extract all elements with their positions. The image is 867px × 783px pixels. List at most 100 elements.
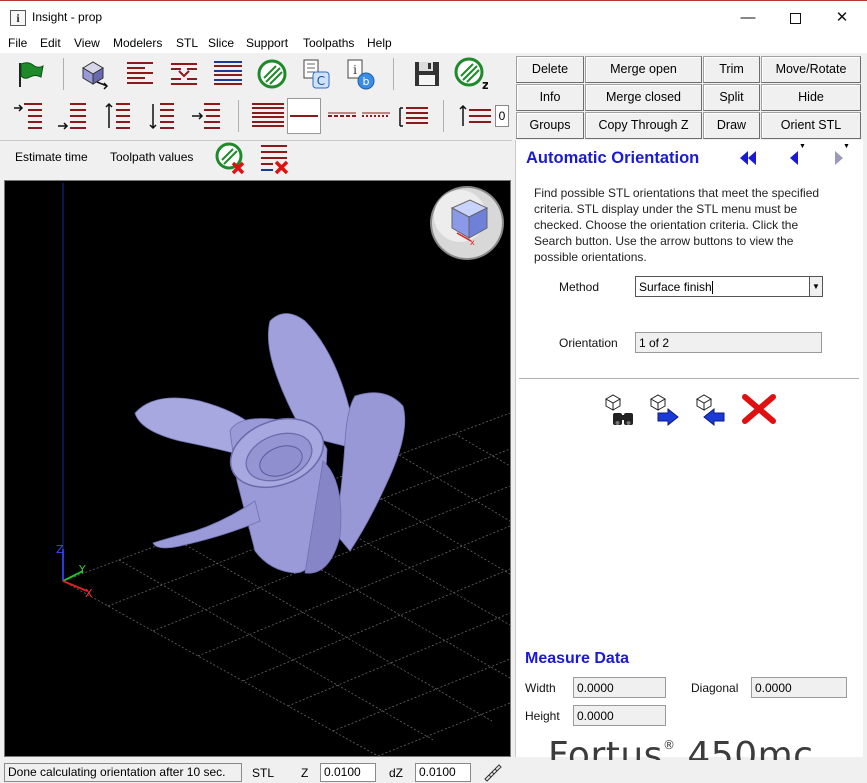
previous-dropdown-icon[interactable]: ▼ (799, 143, 806, 150)
hide-button[interactable]: Hide (761, 84, 861, 111)
menu-file[interactable]: File (8, 36, 27, 50)
draw-button[interactable]: Draw (703, 112, 760, 139)
copy-through-z-button[interactable]: Copy Through Z (585, 112, 702, 139)
orientation-panel: Automatic Orientation ▼ ▼ Find possible … (515, 140, 863, 757)
single-line-button[interactable] (287, 98, 321, 134)
menu-bar: File Edit View Modelers STL Slice Suppor… (0, 33, 867, 53)
svg-text:x: x (470, 238, 475, 247)
layer-step-field[interactable]: 0 (495, 105, 509, 127)
menu-modelers[interactable]: Modelers (113, 36, 162, 50)
z-field[interactable]: 0.0100 (320, 763, 376, 782)
propeller-model[interactable] (134, 313, 406, 574)
stl-c-button[interactable]: C (298, 56, 334, 92)
bracket-lines-icon (399, 107, 428, 127)
dashed-line-button[interactable] (324, 98, 360, 134)
hatched-circle-delete-icon (215, 142, 245, 175)
axis-triad: Z Y X (56, 543, 93, 600)
merge-open-button[interactable]: Merge open (585, 56, 702, 83)
trim-button[interactable]: Trim (703, 56, 760, 83)
measure-tool-button[interactable] (483, 763, 503, 782)
maximize-button[interactable] (772, 1, 818, 34)
menu-support[interactable]: Support (246, 36, 288, 50)
move-up-button[interactable] (100, 98, 136, 134)
cancel-button[interactable] (742, 394, 776, 427)
estimate-time-button[interactable]: Estimate time (15, 150, 88, 164)
layer-step-button[interactable] (455, 98, 495, 134)
save-button[interactable] (409, 56, 445, 92)
next-dropdown-icon[interactable]: ▼ (843, 143, 850, 150)
previous-orientation-button[interactable] (787, 149, 803, 170)
menu-view[interactable]: View (74, 36, 100, 50)
z-axis-label: Z (56, 543, 64, 556)
svg-text:i: i (353, 63, 357, 77)
single-line-icon (290, 115, 318, 117)
svg-text:C: C (317, 74, 325, 88)
arrow-lines-right-bottom-icon (58, 103, 86, 130)
menu-edit[interactable]: Edit (40, 36, 61, 50)
all-layers-button[interactable] (250, 98, 286, 134)
orientation-field: 1 of 2 (635, 332, 822, 353)
support-lines-icon (171, 63, 197, 85)
document-info-icon: i b (347, 59, 375, 90)
move-down-button[interactable] (144, 98, 180, 134)
status-message: Done calculating orientation after 10 se… (4, 763, 242, 782)
bracket-lines-button[interactable] (395, 98, 431, 134)
minimize-button[interactable]: — (725, 1, 771, 34)
dz-field[interactable]: 0.0100 (415, 763, 471, 782)
dotted-line-button[interactable] (358, 98, 394, 134)
insert-layer-above-button[interactable] (10, 98, 46, 134)
info-button[interactable]: Info (516, 84, 584, 111)
menu-stl[interactable]: STL (176, 36, 198, 50)
height-label: Height (525, 709, 560, 723)
viewport-canvas[interactable]: Z Y X x (5, 181, 511, 757)
hatched-circle-z-icon: z (454, 57, 488, 91)
status-mode: STL (252, 766, 275, 780)
menu-toolpaths[interactable]: Toolpaths (303, 36, 354, 50)
measure-data-title: Measure Data (525, 650, 630, 667)
3d-viewport[interactable]: Z Y X x (4, 180, 511, 757)
minimize-icon: — (740, 9, 756, 26)
view-cube[interactable]: x (430, 186, 504, 260)
orient-button[interactable] (75, 56, 111, 92)
panel-title: Automatic Orientation (526, 149, 700, 167)
text-cursor (711, 281, 713, 295)
stl-info-button[interactable]: i b (342, 56, 378, 92)
menu-slice[interactable]: Slice (208, 36, 234, 50)
diagonal-label: Diagonal (691, 681, 739, 695)
groups-button[interactable]: Groups (516, 112, 584, 139)
delete-curves-button[interactable] (256, 140, 292, 176)
orient-stl-button[interactable]: Orient STL (761, 112, 861, 139)
window-title: Insight - prop (32, 10, 103, 24)
svg-text:z: z (482, 78, 488, 91)
method-select-value: Surface finish (639, 280, 712, 294)
delete-button[interactable]: Delete (516, 56, 584, 83)
close-button[interactable]: ✕ (819, 1, 865, 34)
method-dropdown-arrow[interactable]: ▼ (809, 276, 823, 297)
toolpath-values-button[interactable]: Toolpath values (110, 150, 193, 164)
close-icon: ✕ (835, 9, 849, 26)
merge-closed-button[interactable]: Merge closed (585, 84, 702, 111)
document-c-icon: C (303, 59, 330, 89)
menu-help[interactable]: Help (367, 36, 392, 50)
delete-toolpaths-button[interactable] (212, 140, 248, 176)
lines-delete-icon (261, 145, 289, 175)
previous-result-button[interactable] (694, 393, 728, 430)
next-orientation-button[interactable] (831, 149, 847, 170)
first-orientation-button[interactable] (738, 149, 758, 170)
support-button[interactable] (166, 56, 202, 92)
app-icon: i (10, 10, 26, 26)
move-rotate-button[interactable]: Move/Rotate (761, 56, 861, 83)
insert-layer-below-button[interactable] (54, 98, 90, 134)
start-flag-button[interactable] (12, 56, 48, 92)
insert-middle-button[interactable] (188, 98, 224, 134)
slice-button[interactable] (122, 56, 158, 92)
method-select[interactable]: Surface finish (635, 276, 823, 297)
toolpaths-z-button[interactable]: z (453, 56, 489, 92)
next-result-button[interactable] (648, 393, 682, 430)
diagonal-field: 0.0000 (751, 677, 847, 698)
toolpaths-button[interactable] (210, 56, 246, 92)
search-button[interactable] (602, 393, 638, 432)
maximize-icon (789, 12, 801, 24)
generate-toolpaths-button[interactable] (254, 56, 290, 92)
split-button[interactable]: Split (703, 84, 760, 111)
